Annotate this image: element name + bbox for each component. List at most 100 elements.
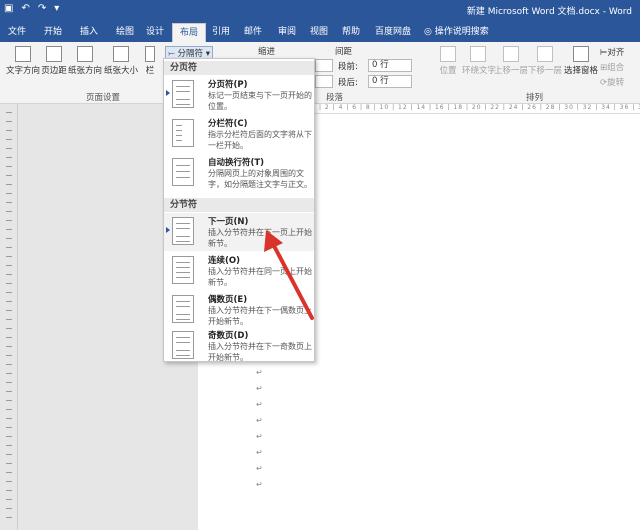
paragraph-mark: ↵: [256, 416, 263, 425]
tab-draw[interactable]: 绘图: [110, 23, 140, 42]
menu-item-title: 奇数页(D): [208, 331, 249, 341]
selection-pane-icon: [573, 46, 589, 62]
tab-references[interactable]: 引用: [206, 23, 236, 42]
align-button[interactable]: ⊨对齐: [600, 46, 624, 58]
tab-help[interactable]: 帮助: [336, 23, 366, 42]
tab-home[interactable]: 开始: [38, 23, 68, 42]
ruler-tick: [6, 364, 12, 365]
selection-pane-button[interactable]: 选择窗格: [564, 46, 598, 76]
size-label: 纸张大小: [104, 66, 139, 76]
tell-me-box[interactable]: ◎ 操作说明搜索: [424, 23, 489, 42]
ruler-tick: [6, 130, 12, 131]
undo-icon[interactable]: ↶: [21, 3, 29, 14]
ruler-tick: [6, 499, 12, 500]
paragraph-mark: ↵: [256, 384, 263, 393]
page-size-icon: [113, 46, 129, 62]
menu-item-odd-page[interactable]: 奇数页(D) 插入分节符并在下一奇数页上开始新节。: [164, 327, 314, 362]
column-break-icon: [172, 119, 194, 147]
ribbon: 文字方向 页边距 纸张方向 纸张大小 栏 页面设置 ⤚ 分隔符 ▾ 缩进 间距 …: [0, 42, 640, 104]
spacing-before-field[interactable]: 0 行: [368, 59, 412, 72]
tab-baidu-netdisk[interactable]: 百度网盘: [370, 23, 416, 42]
wrap-text-label: 环绕文字: [462, 66, 497, 76]
lightbulb-icon: ◎: [424, 27, 435, 37]
send-backward-button[interactable]: 下移一层: [528, 46, 562, 76]
bring-forward-button[interactable]: 上移一层: [494, 46, 528, 76]
tab-layout[interactable]: 布局: [172, 23, 206, 42]
even-page-icon: [172, 295, 194, 323]
margins-icon: [46, 46, 62, 62]
columns-icon: [145, 46, 155, 62]
columns-button[interactable]: 栏: [144, 46, 156, 76]
tab-file[interactable]: 文件: [2, 23, 32, 42]
orientation-button[interactable]: 纸张方向: [68, 46, 102, 76]
ruler-tick: [6, 409, 12, 410]
ruler-tick: [6, 265, 12, 266]
ribbon-tabs: 文件 开始 插入 绘图 设计 布局 引用 邮件 审阅 视图 帮助 百度网盘 ◎ …: [0, 20, 640, 42]
tab-review[interactable]: 审阅: [272, 23, 302, 42]
menu-item-description: 插入分节符并在同一页上开始新节。: [208, 267, 312, 287]
ruler-tick: [6, 202, 12, 203]
menu-item-title: 自动换行符(T): [208, 158, 265, 168]
ruler-tick: [6, 436, 12, 437]
size-button[interactable]: 纸张大小: [104, 46, 138, 76]
title-bar: ▣ ↶ ↷ ▾ 新建 Microsoft Word 文档.docx - Word: [0, 0, 640, 20]
ruler-tick: [6, 211, 12, 212]
indent-left-field[interactable]: [315, 59, 333, 72]
tab-mailings[interactable]: 邮件: [238, 23, 268, 42]
group-button[interactable]: ⊞组合: [600, 61, 624, 73]
ruler-tick: [6, 454, 12, 455]
tell-me-label: 操作说明搜索: [434, 27, 489, 37]
redo-icon[interactable]: ↷: [38, 3, 46, 14]
menu-item-title: 连续(O): [208, 256, 240, 266]
ruler-tick: [6, 490, 12, 491]
page-breaks-header: 分页符: [164, 61, 314, 75]
wrap-text-button[interactable]: 环绕文字: [462, 46, 497, 76]
spacing-before-label: 段前:: [338, 62, 358, 72]
menu-item-continuous[interactable]: 连续(O) 插入分节符并在同一页上开始新节。: [164, 252, 314, 290]
margins-button[interactable]: 页边距: [40, 46, 68, 76]
ruler-tick: [6, 427, 12, 428]
indent-label: 缩进: [258, 47, 276, 57]
save-icon[interactable]: ▣: [4, 3, 13, 14]
menu-item-description: 标记一页结束与下一页开始的位置。: [208, 91, 312, 111]
customize-qat-icon[interactable]: ▾: [54, 3, 59, 14]
text-direction-button[interactable]: 文字方向: [6, 46, 40, 76]
tab-insert[interactable]: 插入: [74, 23, 104, 42]
tab-design[interactable]: 设计: [140, 23, 170, 42]
tab-view[interactable]: 视图: [304, 23, 334, 42]
menu-item-text-wrapping-break[interactable]: 自动换行符(T) 分隔网页上的对象周围的文字，如分隔题注文字与正文。: [164, 154, 314, 196]
ruler-tick: [6, 238, 12, 239]
ruler-tick: [6, 148, 12, 149]
menu-item-column-break[interactable]: 分栏符(C) 指示分栏符后面的文字将从下一栏开始。: [164, 115, 314, 153]
ruler-tick: [6, 391, 12, 392]
selection-pane-label: 选择窗格: [564, 66, 599, 76]
menu-item-next-page[interactable]: 下一页(N) 插入分节符并在下一页上开始新节。: [164, 213, 314, 251]
indent-right-field[interactable]: [315, 75, 333, 88]
ruler-tick: [6, 400, 12, 401]
section-breaks-header: 分节符: [164, 198, 314, 212]
menu-item-page-break[interactable]: 分页符(P) 标记一页结束与下一页开始的位置。: [164, 76, 314, 114]
ruler-tick: [6, 346, 12, 347]
horizontal-ruler: | 2 | 4 | 6 | 8 | 10 | 12 | 14 | 16 | 18…: [313, 104, 640, 114]
menu-item-title: 偶数页(E): [208, 295, 248, 305]
menu-item-even-page[interactable]: 偶数页(E) 插入分节符并在下一偶数页上开始新节。: [164, 291, 314, 329]
odd-page-icon: [172, 331, 194, 359]
position-button[interactable]: 位置: [434, 46, 462, 76]
spacing-after-field[interactable]: 0 行: [368, 75, 412, 88]
arrange-group-label: 排列: [526, 93, 544, 103]
align-label: 对齐: [607, 48, 625, 58]
ruler-tick: [6, 247, 12, 248]
ruler-tick: [6, 319, 12, 320]
paragraph-mark: ↵: [256, 432, 263, 441]
text-direction-icon: [15, 46, 31, 62]
page-setup-group-label: 页面设置: [86, 93, 121, 103]
rotate-button[interactable]: ⟳旋转: [600, 76, 624, 88]
spacing-after-label: 段后:: [338, 78, 358, 88]
ruler-tick: [6, 337, 12, 338]
ruler-tick: [6, 121, 12, 122]
bring-forward-label: 上移一层: [494, 66, 529, 76]
orientation-label: 纸张方向: [68, 66, 103, 76]
ruler-tick: [6, 355, 12, 356]
ruler-tick: [6, 508, 12, 509]
orientation-icon: [77, 46, 93, 62]
